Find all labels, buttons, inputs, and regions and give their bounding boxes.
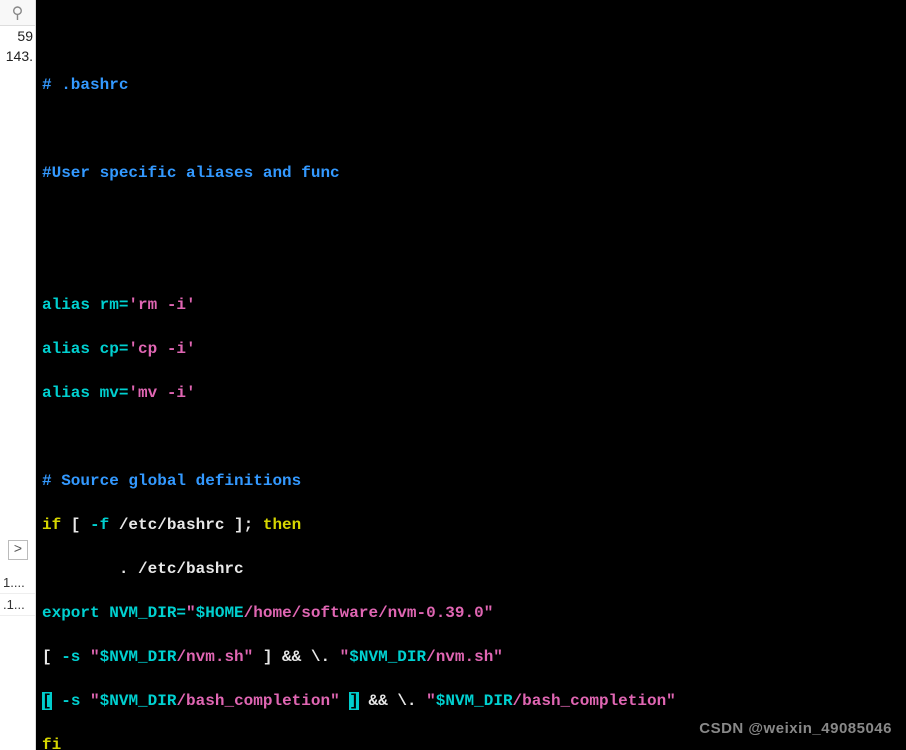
code-line: [42, 250, 900, 272]
code-line: [42, 30, 900, 52]
code-line: . /etc/bashrc: [42, 558, 900, 580]
code-line: # .bashrc: [42, 74, 900, 96]
terminal-editor[interactable]: # .bashrc #User specific aliases and fun…: [36, 0, 906, 750]
code-line: alias rm='rm -i': [42, 294, 900, 316]
code-line: [42, 206, 900, 228]
sidebar-bottom-labels: 1.... .1...: [0, 572, 35, 616]
watermark: CSDN @weixin_49085046: [699, 718, 892, 740]
sidebar-row-line: 59: [0, 26, 35, 46]
code-line: export NVM_DIR="$HOME/home/software/nvm-…: [42, 602, 900, 624]
code-line: if [ -f /etc/bashrc ]; then: [42, 514, 900, 536]
code-line: [42, 426, 900, 448]
code-line: alias mv='mv -i': [42, 382, 900, 404]
code-line: alias cp='cp -i': [42, 338, 900, 360]
editor-sidebar: ⚲ 59 143. > 1.... .1...: [0, 0, 36, 750]
expand-arrow-icon[interactable]: >: [8, 540, 28, 560]
code-line: #User specific aliases and func: [42, 162, 900, 184]
magnifier-icon[interactable]: ⚲: [0, 0, 35, 26]
code-line: [ -s "$NVM_DIR/nvm.sh" ] && \. "$NVM_DIR…: [42, 646, 900, 668]
code-line: [ -s "$NVM_DIR/bash_completion" ] && \. …: [42, 690, 900, 712]
bracket-highlight: [: [42, 692, 52, 710]
bracket-highlight: ]: [349, 692, 359, 710]
code-line: # Source global definitions: [42, 470, 900, 492]
sidebar-label-2: .1...: [0, 594, 35, 616]
sidebar-label-1: 1....: [0, 572, 35, 594]
code-line: [42, 118, 900, 140]
sidebar-row-col: 143.: [0, 46, 35, 66]
